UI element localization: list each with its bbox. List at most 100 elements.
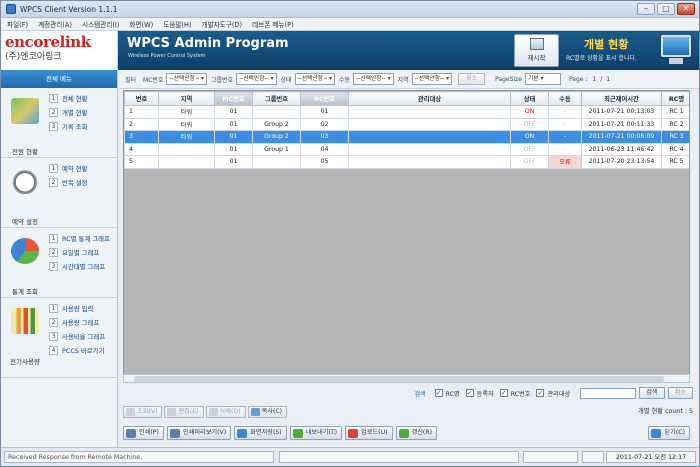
sidebar-item-usage-ratio-graph[interactable]: 3 사용비율 그래프 [49, 330, 105, 342]
col-header-manual[interactable]: 수동 [548, 91, 582, 106]
col-header-rc[interactable]: RC번호 [300, 91, 349, 106]
table-row[interactable]: 2 타워 01 Group 2 02 OFF - 2011-07-21 00:1… [124, 117, 689, 131]
edit-icon [167, 407, 177, 416]
col-header-time[interactable]: 최근제어시간 [581, 91, 662, 106]
map-icon [11, 98, 39, 124]
sidebar-group-power: 전원 현황 1 전체 현황 2 개별 현황 3 기록 조회 [1, 88, 117, 158]
sidebar: 전체 메뉴 전원 현황 1 전체 현황 2 개별 현황 3 기록 조회 예약 설정 1… [1, 70, 118, 447]
header: encorelink (주)엔코아링크 WPCS Admin Program W… [1, 31, 699, 70]
sidebar-item-pccs-shortcut[interactable]: 4 PCCS 바로가기 [49, 344, 105, 356]
pagesize-label: PageSize [495, 75, 522, 83]
refresh-button[interactable]: 갱신(R) [395, 426, 438, 440]
col-header-mc[interactable]: MC번호 [214, 91, 253, 106]
restart-button[interactable]: 재시작 [514, 34, 559, 67]
printer-icon [126, 428, 136, 438]
status-bar: Received Response from Remote Machine. 2… [1, 447, 699, 466]
menu-account[interactable]: 계정관리(A) [38, 19, 72, 29]
cell-state: OFF [510, 155, 549, 169]
table-row[interactable]: 4 01 Group 1 04 OFF - 2011-06-23 11:46:4… [124, 142, 689, 156]
sidebar-item-schedule-status[interactable]: 1 예약 현황 [49, 162, 88, 174]
menu-window[interactable]: 화면(W) [129, 19, 153, 29]
menu-help[interactable]: 도움말(H) [163, 19, 191, 29]
print-button[interactable]: 인쇄(P) [123, 426, 164, 440]
delete-button[interactable]: 삭제(D) [205, 405, 246, 418]
search-option-target[interactable]: ✓ 관리대상 [536, 389, 570, 398]
cell-state: ON [510, 130, 549, 144]
refresh-icon [398, 428, 409, 438]
sidebar-item-all-status[interactable]: 1 전체 현황 [49, 92, 88, 104]
cell-manual: - [548, 130, 582, 144]
search-option-rcnumber[interactable]: ✓ RC번호 [499, 389, 530, 398]
sidebar-group-label: 전원 현황 [12, 148, 38, 156]
table-row-selected[interactable]: 3 타워 01 Group 2 03 ON - 2011-07-21 00:06… [124, 130, 689, 144]
save-screen-icon [237, 428, 248, 438]
print-preview-button[interactable]: 인쇄미리보기(V) [166, 426, 232, 440]
col-header-target[interactable]: 관리대상 [348, 91, 511, 106]
search-cancel-button[interactable]: 취소 [667, 387, 693, 399]
sidebar-item-weekday-graph[interactable]: 2 요일별 그래프 [49, 246, 110, 258]
page-heading: 개별 현황 [584, 38, 629, 51]
edit-toolbar: 조회(V) 편집(E) 삭제(D) 복사(C) [119, 404, 699, 419]
copy-button[interactable]: 복사(C) [247, 405, 288, 418]
sidebar-item-individual-status[interactable]: 2 개별 현황 [49, 106, 88, 118]
search-option-rcname[interactable]: ✓ RC명 [434, 389, 460, 398]
maximize-button[interactable]: □ [657, 3, 675, 15]
sidebar-item-rc-graph[interactable]: 1 RC별 통계 그래프 [49, 232, 110, 244]
view-button[interactable]: 조회(V) [123, 405, 163, 418]
manual-filter-select[interactable]: --선택안함-- [353, 73, 394, 85]
export-button[interactable]: 내보내기(T) [289, 426, 343, 440]
scrollbar-thumb[interactable] [134, 376, 664, 382]
title-bar: WPCS Client Version 1.1.1 – □ ✕ [1, 1, 699, 18]
status-grid: 번호 지역 MC번호 그룹번호 RC번호 관리대상 상태 수동 최근제어시간 R… [123, 90, 690, 380]
cell-number: 1 [124, 105, 159, 119]
save-screen-button[interactable]: 화면저장(S) [234, 426, 287, 440]
export-icon [292, 428, 303, 438]
group-filter-select[interactable]: --선택안함-- [236, 73, 277, 85]
menu-system[interactable]: 시스템관리(I) [82, 19, 119, 29]
upload-button[interactable]: 업로드(U) [345, 426, 393, 440]
region-filter-label: 지역 [397, 76, 409, 84]
cell-number: 5 [124, 155, 159, 169]
edit-button[interactable]: 편집(E) [164, 405, 204, 418]
cell-region: 타워 [158, 105, 215, 119]
page-current: 1 [592, 75, 597, 83]
search-bar: 검색 ✓ RC명 ✓ 등록자 ✓ RC번호 ✓ 관리대상 검색 취소 [119, 385, 699, 401]
close-button[interactable]: 닫기(C) [648, 426, 690, 440]
close-window-button[interactable]: ✕ [677, 3, 695, 15]
status-segment [279, 451, 519, 463]
col-header-number[interactable]: 번호 [124, 91, 159, 106]
cell-group: Group 2 [252, 117, 301, 131]
sidebar-group-electricity: 전기사용량 1 사용량 입력 2 사용량 그래프 3 사용비율 그래프 4 PCCS 바… [1, 298, 117, 378]
table-row[interactable]: 5 01 05 OFF 오류 2011-07-20 23:13:54 RC 5 [124, 155, 689, 169]
sidebar-item-usage-graph[interactable]: 2 사용량 그래프 [49, 316, 105, 328]
sidebar-item-log[interactable]: 3 기록 조회 [49, 120, 88, 132]
search-button[interactable]: 검색 [639, 387, 665, 399]
col-header-group[interactable]: 그룹번호 [252, 91, 301, 106]
region-filter-select[interactable]: --선택안함-- [411, 73, 453, 85]
sidebar-item-usage-input[interactable]: 1 사용량 입력 [49, 302, 105, 314]
state-filter-select[interactable]: --선택안함-- [294, 73, 336, 85]
status-segment [582, 451, 604, 463]
search-option-registrant[interactable]: ✓ 등록자 [465, 389, 494, 398]
horizontal-scrollbar[interactable] [123, 374, 690, 383]
col-header-state[interactable]: 상태 [510, 91, 549, 106]
col-header-rcname[interactable]: RC명 [661, 91, 689, 106]
cell-time: 2011-07-21 00:06:09 [581, 130, 662, 144]
sidebar-item-repeat-setting[interactable]: 2 반복 설정 [49, 176, 88, 188]
sidebar-item-hourly-graph[interactable]: 3 시간대별 그래프 [49, 260, 110, 272]
main-panel: 필터 MC번호 --선택안함-- 그룹번호 --선택안함-- 상태 --선택안함… [119, 70, 699, 447]
minimize-button[interactable]: – [637, 3, 655, 15]
col-header-region[interactable]: 지역 [158, 91, 215, 106]
menu-devphone[interactable]: 데브폰 메뉴(P) [252, 19, 294, 29]
pagesize-select[interactable]: 기본 [524, 73, 561, 85]
menu-dev-tools[interactable]: 개발자도구(D) [202, 19, 243, 29]
filter-cancel-button[interactable]: 취소 [458, 73, 486, 85]
search-input[interactable] [580, 387, 637, 399]
table-row[interactable]: 1 타워 01 01 ON - 2011-07-21 00:13:03 RC 1 [124, 105, 689, 119]
pie-chart-icon [11, 238, 39, 264]
cell-rc: 01 [300, 105, 349, 119]
mc-filter-select[interactable]: --선택안함-- [166, 73, 207, 85]
app-window: WPCS Client Version 1.1.1 – □ ✕ 파일(F) 계정… [0, 0, 700, 467]
menu-file[interactable]: 파일(F) [7, 19, 28, 29]
app-banner: WPCS Admin Program Wireless Power Contro… [118, 31, 699, 70]
